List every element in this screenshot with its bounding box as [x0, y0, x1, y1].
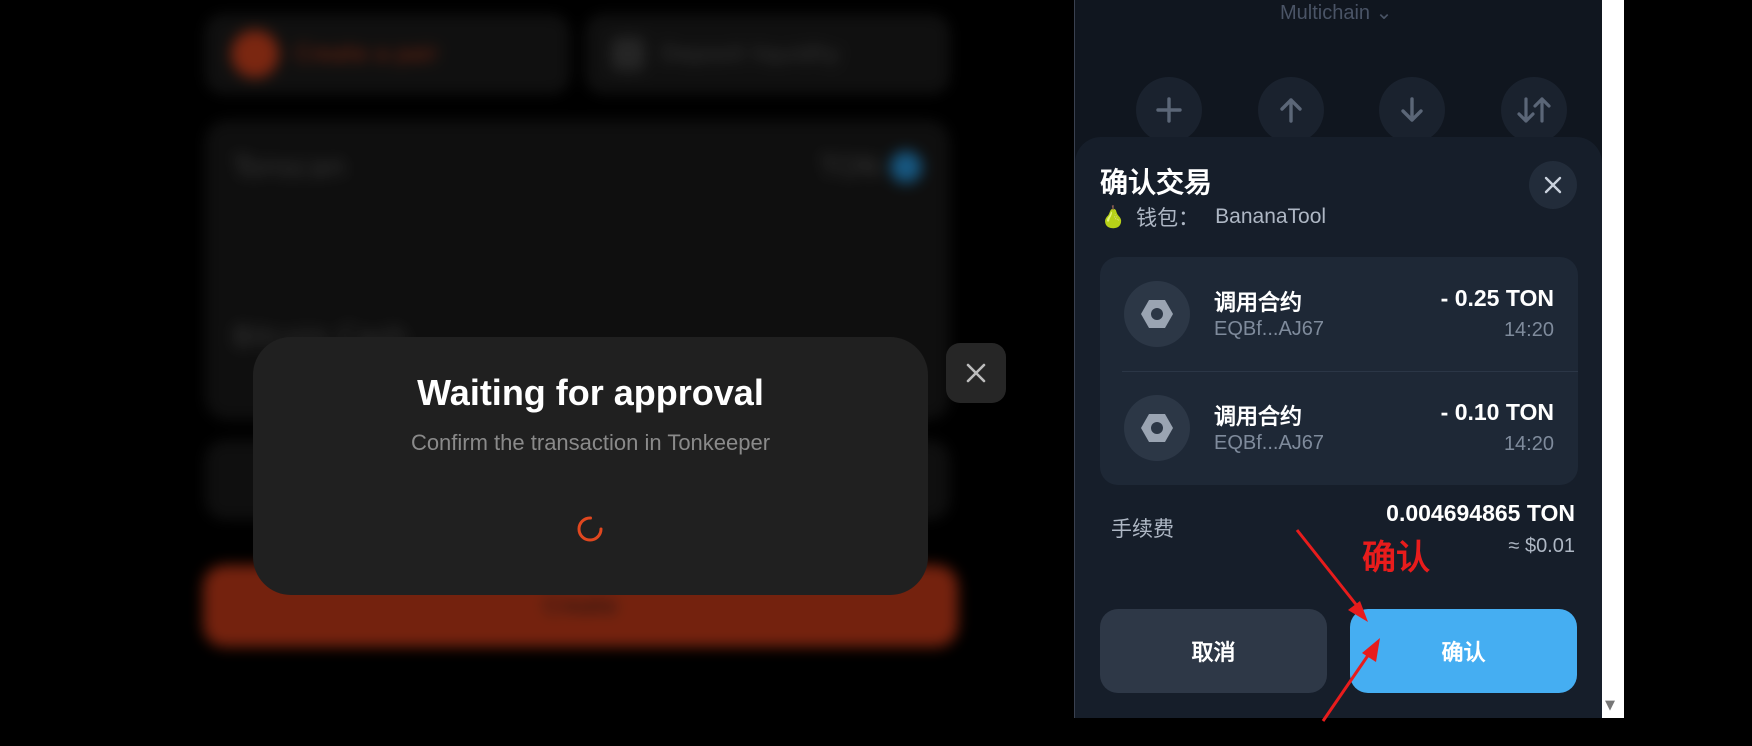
- chevron-down-icon: ⌄: [1375, 2, 1393, 24]
- tab-deposit-liquidity: Deposit liquidity: [585, 14, 950, 94]
- tx-amount: - 0.25 TON: [1440, 285, 1554, 311]
- cancel-button-label: 取消: [1191, 641, 1236, 666]
- confirm-button-label: 确认: [1441, 641, 1486, 666]
- tx-amount: - 0.10 TON: [1440, 399, 1554, 425]
- scroll-down-icon[interactable]: ▼: [1605, 698, 1615, 713]
- sheet-title: 确认交易: [1100, 166, 1213, 199]
- tx-time: 14:20: [1503, 319, 1554, 341]
- token-select: TON: [820, 150, 922, 183]
- network-label: Multichain: [1280, 2, 1371, 24]
- confirm-button[interactable]: 确认: [1350, 609, 1577, 693]
- send-action-button[interactable]: [1258, 77, 1324, 143]
- wallet-info: 🍐 钱包： BananaTool: [1100, 202, 1326, 232]
- scrollbar-track[interactable]: [1602, 0, 1624, 718]
- tx-title: 调用合约: [1214, 405, 1303, 430]
- wallet-name: BananaTool: [1215, 205, 1327, 228]
- loading-spinner-icon: [577, 516, 603, 542]
- pear-icon: 🍐: [1100, 204, 1127, 229]
- tab-create-pair: Create a pair: [205, 14, 570, 94]
- confirm-transaction-sheet: 确认交易 🍐 钱包： BananaTool 调用合约 EQBf...AJ67 -…: [1075, 137, 1602, 718]
- fee-label: 手续费: [1111, 517, 1174, 541]
- swap-icon: [1517, 97, 1551, 123]
- tx-address: EQBf...AJ67: [1214, 318, 1325, 340]
- tx-time: 14:20: [1503, 433, 1554, 455]
- add-action-button[interactable]: [1136, 77, 1202, 143]
- tab-create-pair-label: Create a pair: [295, 41, 439, 67]
- arrow-up-icon: [1280, 98, 1302, 123]
- tab-deposit-label: Deposit liquidity: [661, 41, 841, 67]
- waiting-subtitle: Confirm the transaction in Tonkeeper: [410, 430, 771, 455]
- network-selector[interactable]: Multichain ⌄: [1280, 0, 1392, 25]
- wallet-label: 钱包：: [1136, 206, 1200, 230]
- swap-action-button[interactable]: [1501, 77, 1567, 143]
- cancel-button[interactable]: 取消: [1100, 609, 1327, 693]
- transaction-row[interactable]: 调用合约 EQBf...AJ67 - 0.10 TON 14:20: [1100, 371, 1578, 485]
- create-button-label: Create: [543, 593, 618, 619]
- receive-action-button[interactable]: [1379, 77, 1445, 143]
- ton-coin-icon: [890, 150, 922, 183]
- token-symbol: TON: [819, 150, 880, 183]
- plus-icon: [1156, 97, 1182, 123]
- sheet-close-button[interactable]: [1529, 161, 1577, 209]
- token-source-label: Tonscan: [233, 150, 346, 183]
- fee-usd-value: ≈ $0.01: [1508, 535, 1575, 557]
- fee-amount: 0.004694865 TON: [1386, 500, 1575, 526]
- transaction-list: 调用合约 EQBf...AJ67 - 0.25 TON 14:20 调用合约 E…: [1100, 257, 1578, 485]
- create-pair-icon: [231, 30, 279, 78]
- close-icon: [966, 363, 986, 383]
- waiting-for-approval-modal: Waiting for approval Confirm the transac…: [253, 337, 928, 595]
- contract-hexagon-icon: [1124, 281, 1190, 347]
- annotation-text: 确认: [1362, 538, 1430, 578]
- arrow-down-icon: [1401, 97, 1423, 122]
- deposit-icon: [611, 37, 645, 71]
- transaction-row[interactable]: 调用合约 EQBf...AJ67 - 0.25 TON 14:20: [1100, 257, 1578, 371]
- tx-title: 调用合约: [1214, 291, 1303, 316]
- tx-address: EQBf...AJ67: [1214, 432, 1325, 454]
- close-icon: [1544, 176, 1562, 194]
- contract-hexagon-icon: [1124, 395, 1190, 461]
- waiting-title: Waiting for approval: [417, 372, 764, 413]
- waiting-close-button[interactable]: [946, 343, 1006, 403]
